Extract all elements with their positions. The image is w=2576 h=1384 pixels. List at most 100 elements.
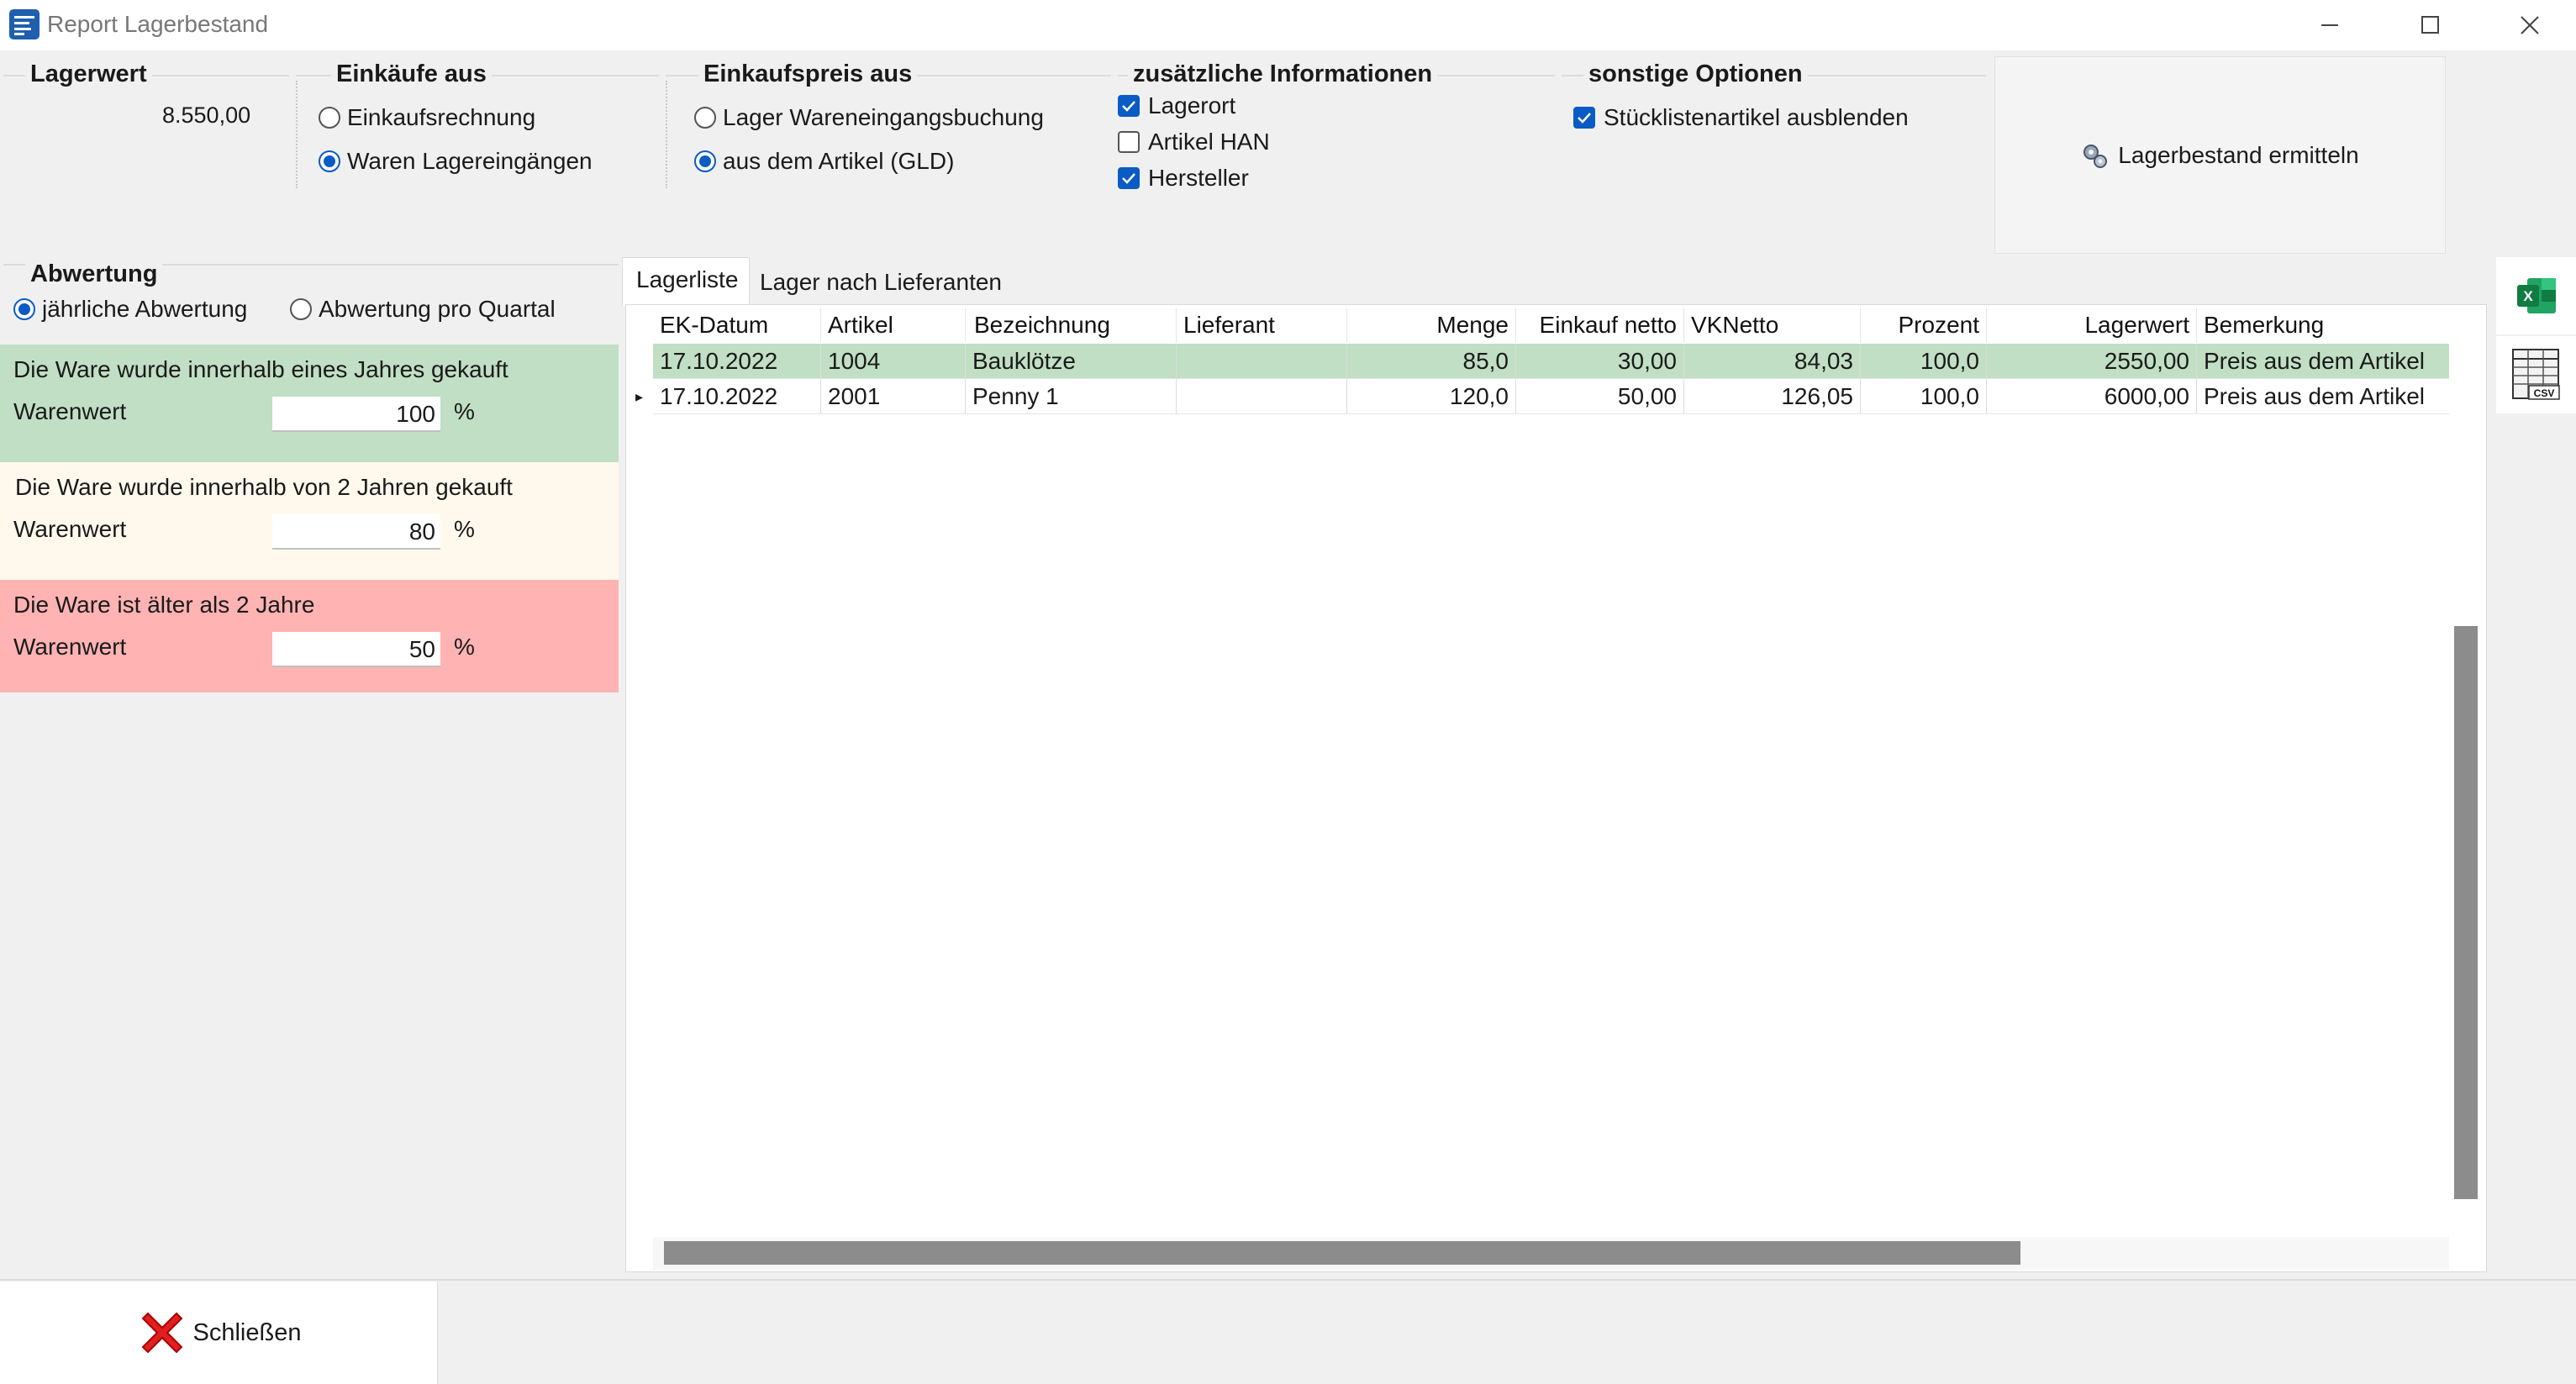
csv-export-button[interactable]: CSV bbox=[2496, 336, 2576, 413]
cell-bemerkung[interactable]: Preis aus dem Artikel bbox=[2197, 344, 2449, 379]
tab-label: Lagerliste bbox=[636, 266, 739, 292]
cell-bezeichnung[interactable]: Penny 1 bbox=[966, 379, 1177, 414]
radio-label: Abwertung pro Quartal bbox=[319, 296, 556, 322]
red-x-icon bbox=[141, 1312, 182, 1354]
radio-label: Lager Wareneingangsbuchung bbox=[723, 104, 1044, 130]
column-header-prozent[interactable]: Prozent bbox=[1861, 308, 1987, 343]
cell-vknetto[interactable]: 84,03 bbox=[1684, 344, 1861, 379]
warenwert-label: Warenwert bbox=[13, 516, 127, 542]
sonstige-heading: sonstige Optionen bbox=[1583, 61, 1808, 88]
warenwert-input-2[interactable]: 80 bbox=[272, 514, 440, 550]
column-header-artikel[interactable]: Artikel bbox=[821, 308, 966, 343]
checkbox-stuecklistenartikel[interactable]: Stücklistenartikel ausblenden bbox=[1573, 104, 1909, 131]
cell-lieferant[interactable] bbox=[1177, 379, 1347, 414]
footer-separator bbox=[0, 1279, 2576, 1281]
tab-lagerliste[interactable]: Lagerliste bbox=[622, 257, 750, 306]
csv-export-icon: CSV bbox=[2511, 349, 2560, 400]
column-header-lagerwert[interactable]: Lagerwert bbox=[1987, 308, 2197, 343]
checkbox-label: Lagerort bbox=[1148, 92, 1236, 118]
radio-abwertung-pro-quartal[interactable]: Abwertung pro Quartal bbox=[290, 296, 556, 323]
checkbox-hersteller[interactable]: Hersteller bbox=[1118, 165, 1249, 192]
abwertung-band-2-jahre: Die Ware wurde innerhalb von 2 Jahren ge… bbox=[0, 462, 619, 580]
svg-text:CSV: CSV bbox=[2533, 387, 2554, 399]
checkbox-unchecked-icon bbox=[1118, 131, 1140, 153]
band-description: Die Ware wurde innerhalb von 2 Jahren ge… bbox=[15, 474, 513, 500]
checkbox-checked-icon bbox=[1573, 107, 1595, 129]
radio-lager-wareneingangsbuchung[interactable]: Lager Wareneingangsbuchung bbox=[694, 104, 1044, 131]
close-icon bbox=[2521, 16, 2539, 34]
einkaeufe-heading: Einkäufe aus bbox=[331, 61, 492, 88]
minimize-button[interactable] bbox=[2284, 0, 2376, 50]
cell-lieferant[interactable] bbox=[1177, 344, 1347, 379]
data-grid[interactable] bbox=[653, 308, 2449, 1234]
einkaufspreis-heading: Einkaufspreis aus bbox=[698, 61, 918, 88]
cell-artikel[interactable]: 2001 bbox=[821, 379, 966, 414]
cell-prozent[interactable]: 100,0 bbox=[1861, 379, 1987, 414]
cell-menge[interactable]: 120,0 bbox=[1347, 379, 1516, 414]
abwertung-band-1-jahr: Die Ware wurde innerhalb eines Jahres ge… bbox=[0, 345, 619, 462]
radio-jaehrliche-abwertung[interactable]: jährliche Abwertung bbox=[13, 296, 247, 323]
group-border-left bbox=[666, 81, 667, 188]
cell-bemerkung[interactable]: Preis aus dem Artikel bbox=[2197, 379, 2449, 414]
cell-lagerwert[interactable]: 2550,00 bbox=[1987, 344, 2197, 379]
cell-ek-datum[interactable]: 17.10.2022 bbox=[653, 379, 821, 414]
band-description: Die Ware wurde innerhalb eines Jahres ge… bbox=[13, 356, 508, 382]
tab-lager-nach-lieferanten[interactable]: Lager nach Lieferanten bbox=[751, 262, 1004, 304]
title-bar bbox=[0, 0, 2576, 50]
checkbox-checked-icon bbox=[1118, 95, 1140, 117]
lagerwert-heading: Lagerwert bbox=[25, 61, 152, 88]
radio-aus-dem-artikel[interactable]: aus dem Artikel (GLD) bbox=[694, 148, 954, 175]
abwertung-band-aelter: Die Ware ist älter als 2 Jahre Warenwert… bbox=[0, 580, 619, 692]
radio-label: Waren Lagereingängen bbox=[347, 148, 593, 174]
lagerwert-value: 8.550,00 bbox=[162, 103, 251, 128]
cell-bezeichnung[interactable]: Bauklötze bbox=[966, 344, 1177, 379]
warenwert-input-1[interactable]: 100 bbox=[272, 397, 440, 432]
radio-einkaufsrechnung[interactable]: Einkaufsrechnung bbox=[319, 104, 535, 131]
cell-artikel[interactable]: 1004 bbox=[821, 344, 966, 379]
checkbox-artikel-han[interactable]: Artikel HAN bbox=[1118, 129, 1270, 155]
excel-export-button[interactable]: X bbox=[2496, 257, 2576, 334]
cell-menge[interactable]: 85,0 bbox=[1347, 344, 1516, 379]
svg-text:X: X bbox=[2523, 288, 2533, 304]
cell-vknetto[interactable]: 126,05 bbox=[1684, 379, 1861, 414]
cell-einkauf-netto[interactable]: 50,00 bbox=[1516, 379, 1684, 414]
row-indicator-icon: ▸ bbox=[635, 387, 644, 405]
warenwert-label: Warenwert bbox=[13, 398, 127, 424]
close-window-button[interactable] bbox=[2484, 0, 2576, 50]
column-header-einkauf-netto[interactable]: Einkauf netto bbox=[1516, 308, 1684, 343]
checkbox-label: Artikel HAN bbox=[1148, 129, 1270, 155]
lagerbestand-ermitteln-button[interactable]: Lagerbestand ermitteln bbox=[1994, 56, 2446, 254]
column-header-vknetto[interactable]: VKNetto bbox=[1684, 308, 1861, 343]
radio-indicator-selected bbox=[13, 298, 35, 320]
vertical-scrollbar-thumb[interactable] bbox=[2454, 626, 2478, 1199]
radio-indicator-selected bbox=[319, 150, 340, 172]
radio-label: jährliche Abwertung bbox=[42, 296, 248, 322]
radio-label: Einkaufsrechnung bbox=[347, 104, 536, 130]
warenwert-label: Warenwert bbox=[13, 634, 127, 660]
tab-label: Lager nach Lieferanten bbox=[760, 269, 1002, 295]
percent-unit: % bbox=[454, 634, 475, 660]
gears-icon bbox=[2083, 144, 2108, 168]
cell-lagerwert[interactable]: 6000,00 bbox=[1987, 379, 2197, 414]
cell-prozent[interactable]: 100,0 bbox=[1861, 344, 1987, 379]
column-header-ek-datum[interactable]: EK-Datum bbox=[653, 308, 821, 343]
lagerbestand-ermitteln-label: Lagerbestand ermitteln bbox=[2118, 141, 2359, 168]
checkbox-lagerort[interactable]: Lagerort bbox=[1118, 92, 1235, 119]
warenwert-input-3[interactable]: 50 bbox=[272, 632, 440, 667]
schliessen-label: Schließen bbox=[192, 1318, 302, 1346]
column-header-menge[interactable]: Menge bbox=[1347, 308, 1516, 343]
horizontal-scrollbar-thumb[interactable] bbox=[664, 1241, 2020, 1265]
schliessen-button[interactable]: Schließen bbox=[0, 1281, 438, 1384]
maximize-button[interactable] bbox=[2384, 0, 2477, 50]
minimize-icon bbox=[2321, 24, 2338, 26]
column-header-lieferant[interactable]: Lieferant bbox=[1177, 308, 1347, 343]
cell-einkauf-netto[interactable]: 30,00 bbox=[1516, 344, 1684, 379]
radio-waren-lagereingaengen[interactable]: Waren Lagereingängen bbox=[319, 148, 593, 175]
cell-ek-datum[interactable]: 17.10.2022 bbox=[653, 344, 821, 379]
column-header-bemerkung[interactable]: Bemerkung bbox=[2197, 308, 2449, 343]
excel-export-icon: X bbox=[2516, 278, 2556, 313]
column-header-bezeichnung[interactable]: Bezeichnung bbox=[966, 308, 1177, 343]
checkbox-label: Stücklistenartikel ausblenden bbox=[1604, 104, 1909, 130]
radio-indicator-selected bbox=[694, 150, 716, 172]
abwertung-heading: Abwertung bbox=[25, 260, 163, 288]
